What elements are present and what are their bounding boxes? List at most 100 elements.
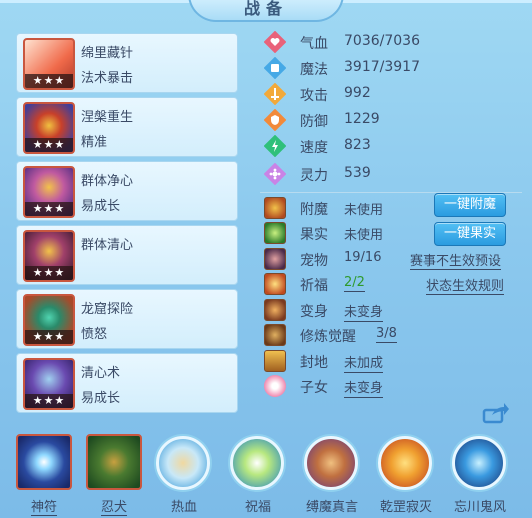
skill-icon-calm-heart: ★★★ bbox=[23, 358, 75, 410]
stat-label: 气血 bbox=[300, 36, 328, 52]
passion-icon bbox=[156, 436, 210, 490]
bottom-skill-label: 乾罡寂灭 bbox=[379, 500, 432, 515]
skill-sub: 易成长 bbox=[81, 199, 121, 214]
bottom-skill-label: 祝福 bbox=[244, 500, 271, 515]
transform-icon bbox=[264, 299, 286, 321]
stat-label: 灵力 bbox=[300, 168, 328, 184]
stat-hp: 气血 7036/7036 bbox=[264, 30, 524, 54]
prop-value: 未使用 bbox=[344, 203, 384, 218]
stat-mp: 魔法 3917/3917 bbox=[264, 56, 524, 80]
prop-label: 宠物 bbox=[300, 253, 328, 269]
bottom-skill-passion[interactable]: 热血 bbox=[154, 434, 214, 515]
stat-value: 823 bbox=[344, 137, 371, 153]
prop-value[interactable]: 未加成 bbox=[344, 352, 384, 373]
fruit-all-button[interactable]: 一键果实 bbox=[434, 222, 506, 246]
stat-label: 攻击 bbox=[300, 88, 328, 104]
cultivation-icon bbox=[264, 324, 286, 346]
enchant-all-button[interactable]: 一键附魔 bbox=[434, 193, 506, 217]
defense-icon bbox=[264, 109, 286, 131]
skill-card-1[interactable]: ★★★ 绵里藏针 法术暴击 bbox=[16, 33, 238, 93]
skill-card-5[interactable]: ★★★ 龙窟探险 愤怒 bbox=[16, 289, 238, 349]
stat-value: 992 bbox=[344, 85, 371, 101]
prop-label: 祈福 bbox=[300, 278, 328, 294]
skill-name: 清心术 bbox=[81, 366, 121, 381]
speed-icon bbox=[264, 135, 286, 157]
row-child: 子女 未变身 bbox=[264, 374, 526, 398]
bottom-skill-label: 神符 bbox=[30, 500, 57, 516]
binding-mantra-icon bbox=[304, 436, 358, 490]
skill-sub: 易成长 bbox=[81, 391, 121, 406]
child-icon bbox=[264, 375, 286, 397]
bottom-skill-bless[interactable]: 祝福 bbox=[228, 434, 288, 515]
prop-label: 果实 bbox=[300, 227, 328, 243]
prop-value[interactable]: 未变身 bbox=[344, 301, 384, 322]
skill-icon-dragon-cave: ★★★ bbox=[23, 294, 75, 346]
prop-value: 2/2 bbox=[344, 275, 365, 292]
skill-name: 群体净心 bbox=[81, 174, 134, 189]
prop-label: 附魔 bbox=[300, 202, 328, 218]
bottom-skill-label: 忍犬 bbox=[100, 500, 127, 516]
skill-name: 群体清心 bbox=[81, 238, 134, 253]
star-rating: ★★★ bbox=[25, 202, 73, 216]
stat-value: 3917/3917 bbox=[344, 59, 420, 75]
wangchuan-icon bbox=[452, 436, 506, 490]
prop-value[interactable]: 3/8 bbox=[376, 326, 397, 343]
share-icon[interactable] bbox=[482, 402, 510, 424]
blessing-icon bbox=[264, 273, 286, 295]
bottom-skill-binding-mantra[interactable]: 缚魔真言 bbox=[302, 434, 362, 515]
prop-label: 修炼觉醒 bbox=[300, 329, 356, 345]
skill-card-3[interactable]: ★★★ 群体净心 易成长 bbox=[16, 161, 238, 221]
skill-sub: 愤怒 bbox=[81, 327, 108, 342]
skill-icon-needle: ★★★ bbox=[23, 38, 75, 90]
skill-name: 绵里藏针 bbox=[81, 46, 134, 61]
prop-label: 子女 bbox=[300, 380, 328, 396]
bottom-skill-talisman[interactable]: 神符 bbox=[14, 434, 74, 516]
enchant-icon bbox=[264, 197, 286, 219]
star-rating: ★★★ bbox=[25, 266, 73, 280]
mana-icon bbox=[264, 57, 286, 79]
bottom-skill-label: 缚魔真言 bbox=[305, 500, 358, 515]
page-title: 战备 bbox=[188, 0, 344, 22]
skill-card-4[interactable]: ★★★ 群体清心 bbox=[16, 225, 238, 285]
prop-value: 19/16 bbox=[344, 250, 382, 265]
bottom-skill-qiangang[interactable]: 乾罡寂灭 bbox=[376, 434, 436, 515]
star-rating: ★★★ bbox=[25, 138, 73, 152]
stat-label: 魔法 bbox=[300, 62, 328, 78]
skill-card-6[interactable]: ★★★ 清心术 易成长 bbox=[16, 353, 238, 413]
skill-name: 涅槃重生 bbox=[81, 110, 134, 125]
prop-label: 变身 bbox=[300, 304, 328, 320]
ninja-dog-icon bbox=[86, 434, 142, 490]
star-rating: ★★★ bbox=[25, 74, 73, 88]
skill-card-2[interactable]: ★★★ 涅槃重生 精准 bbox=[16, 97, 238, 157]
fief-icon bbox=[264, 350, 286, 372]
skill-name: 龙窟探险 bbox=[81, 302, 134, 317]
skill-icon-purify: ★★★ bbox=[23, 166, 75, 218]
heart-icon bbox=[264, 31, 286, 53]
stat-value: 539 bbox=[344, 165, 371, 181]
row-cultivation: 修炼觉醒 3/8 bbox=[264, 323, 526, 347]
pet-icon bbox=[264, 248, 286, 270]
status-rules-link[interactable]: 状态生效规则 bbox=[426, 275, 505, 295]
skill-sub: 精准 bbox=[81, 135, 108, 150]
skill-icon-phoenix: ★★★ bbox=[23, 102, 75, 154]
bottom-skill-label: 热血 bbox=[170, 500, 197, 515]
star-rating: ★★★ bbox=[25, 394, 73, 408]
stat-speed: 速度 823 bbox=[264, 134, 524, 158]
fruit-icon bbox=[264, 222, 286, 244]
bottom-skill-ninja-dog[interactable]: 忍犬 bbox=[84, 434, 144, 516]
stat-value: 1229 bbox=[344, 111, 380, 127]
stat-value: 7036/7036 bbox=[344, 33, 420, 49]
attack-icon bbox=[264, 83, 286, 105]
stat-spirit: 灵力 539 bbox=[264, 162, 524, 186]
spirit-icon bbox=[264, 163, 286, 185]
stat-defense: 防御 1229 bbox=[264, 108, 524, 132]
prop-label: 封地 bbox=[300, 355, 328, 371]
qiangang-icon bbox=[378, 436, 432, 490]
stat-label: 速度 bbox=[300, 140, 328, 156]
prop-value[interactable]: 未变身 bbox=[344, 377, 384, 398]
bottom-skill-wangchuan[interactable]: 忘川鬼风 bbox=[450, 434, 510, 515]
match-preset-link[interactable]: 赛事不生效预设 bbox=[410, 250, 502, 270]
star-rating: ★★★ bbox=[25, 330, 73, 344]
stat-attack: 攻击 992 bbox=[264, 82, 524, 106]
prop-value: 未使用 bbox=[344, 228, 384, 243]
